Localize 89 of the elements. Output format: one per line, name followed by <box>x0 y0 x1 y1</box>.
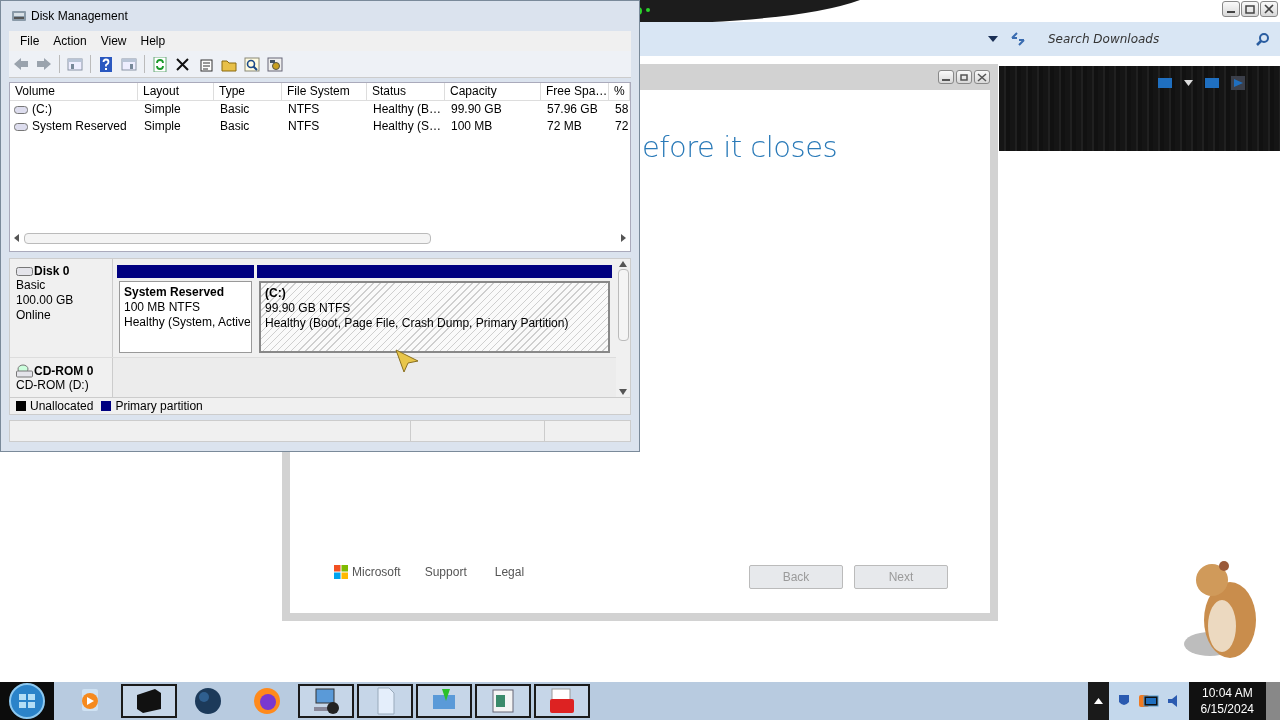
table-cell-text: Basic <box>219 101 251 118</box>
column-header[interactable]: Volume <box>10 83 138 101</box>
panel-icon[interactable] <box>121 56 137 72</box>
partition-size: 100 MB NTFS <box>124 300 202 315</box>
menu-item[interactable]: File <box>13 34 47 48</box>
caret-icon[interactable] <box>988 35 998 43</box>
help-icon[interactable] <box>98 56 114 72</box>
table-cell-text: Simple <box>143 101 182 118</box>
disk-name: CD-ROM 0 <box>34 364 94 378</box>
partition-name: (C:) <box>265 286 287 301</box>
clock-time: 10:04 AM <box>1201 685 1253 701</box>
cd-drive-icon <box>16 364 33 378</box>
gear-icon[interactable] <box>267 56 283 72</box>
column-header[interactable]: Capacity <box>445 83 541 101</box>
menu-item[interactable]: Help <box>133 34 173 48</box>
table-cell: System Reserved <box>32 118 127 135</box>
caret-icon[interactable] <box>1184 80 1193 86</box>
refresh-icon[interactable] <box>152 56 168 72</box>
logo-icon <box>334 565 348 579</box>
scroll-right-icon[interactable] <box>620 234 626 242</box>
table-cell-text: Healthy (B… <box>372 101 443 118</box>
table-cell-text: 57.96 GB <box>546 101 599 118</box>
table-cell-text: 99.90 GB <box>450 101 503 118</box>
search-icon[interactable] <box>1256 32 1270 46</box>
scroll-thumb[interactable] <box>617 269 629 341</box>
search-field[interactable]: Search Downloads <box>1048 32 1256 46</box>
app-icon <box>192 685 224 717</box>
column-header[interactable]: Free Spa… <box>541 83 609 101</box>
expand-icon[interactable] <box>1087 682 1109 720</box>
vertical-scrollbar[interactable] <box>616 259 630 397</box>
menu-item[interactable]: View <box>93 34 134 48</box>
disk-size: 100.00 GB <box>16 293 75 308</box>
table-cell-text: NTFS <box>287 101 321 118</box>
taskbar-app-button[interactable] <box>475 684 531 718</box>
menu-item[interactable]: Action <box>46 34 94 48</box>
horizontal-scrollbar[interactable] <box>14 231 626 245</box>
table-cell-text: Healthy (S… <box>372 118 443 135</box>
taskbar-app-button[interactable] <box>357 684 413 718</box>
scroll-thumb[interactable] <box>24 232 431 244</box>
disk-type: Basic <box>16 278 47 293</box>
scroll-left-icon[interactable] <box>14 234 20 242</box>
table-cell: (C:) <box>32 101 52 118</box>
table-cell-text: 72 MB <box>546 118 583 135</box>
partition-size: 99.90 GB NTFS <box>265 301 352 316</box>
partition-status: Healthy (Boot, Page File, Crash Dump, Primary Partition) <box>265 316 570 331</box>
drive-label: CD-ROM (D:) <box>16 378 90 393</box>
table-cell-text: NTFS <box>287 118 321 135</box>
scroll-up-icon[interactable] <box>619 261 627 267</box>
clock[interactable]: 10:04 AM 6/15/2024 <box>1188 682 1266 720</box>
disk-name: Disk 0 <box>34 264 70 278</box>
brand-name: Microsoft <box>352 565 401 579</box>
scroll-down-icon[interactable] <box>619 389 627 395</box>
column-header[interactable]: % <box>609 83 630 101</box>
refresh-icon[interactable] <box>1010 32 1026 46</box>
x-icon[interactable] <box>175 56 191 72</box>
legend-label: Primary partition <box>115 399 203 413</box>
table-cell-text: Simple <box>143 118 182 135</box>
app-icon <box>251 685 283 717</box>
disk-management-icon <box>11 9 27 23</box>
taskbar-app-button[interactable] <box>298 684 354 718</box>
search-icon[interactable] <box>244 56 260 72</box>
partition[interactable]: System Reserved 100 MB NTFS Healthy (System, Active <box>119 281 252 353</box>
table-cell-text: 100 MB <box>450 118 494 135</box>
table-cell-text: Basic <box>219 118 251 135</box>
start-button[interactable] <box>0 682 54 720</box>
taskbar-app-button[interactable] <box>534 684 590 718</box>
panel-icon[interactable] <box>67 56 83 72</box>
monitor-icon[interactable] <box>1138 693 1159 709</box>
drive-icon <box>14 122 28 131</box>
window-title: Disk Management <box>31 9 128 23</box>
column-header[interactable]: Status <box>367 83 445 101</box>
document-icon[interactable] <box>198 56 214 72</box>
table-cell-text: 72 <box>614 118 630 135</box>
partition[interactable]: (C:) 99.90 GB NTFS Healthy (Boot, Page File, Crash Dump, Primary Partition) <box>259 281 610 353</box>
clock-date: 6/15/2024 <box>1200 701 1254 717</box>
cursor-icon <box>394 348 420 374</box>
taskbar-app-button[interactable] <box>121 684 177 718</box>
taskbar-app-button[interactable] <box>416 684 472 718</box>
column-header[interactable]: Layout <box>138 83 214 101</box>
disk-status: Online <box>16 308 52 323</box>
drive-icon <box>14 105 28 114</box>
table-cell-text: 58 <box>614 101 630 118</box>
legend-label: Unallocated <box>30 399 94 413</box>
partition-name: System Reserved <box>124 285 226 300</box>
heading: efore it closes <box>642 130 839 164</box>
footer-link[interactable]: Support <box>424 565 467 579</box>
column-header[interactable]: File System <box>282 83 367 101</box>
footer-link[interactable]: Legal <box>494 565 525 579</box>
column-header[interactable]: Type <box>214 83 282 101</box>
